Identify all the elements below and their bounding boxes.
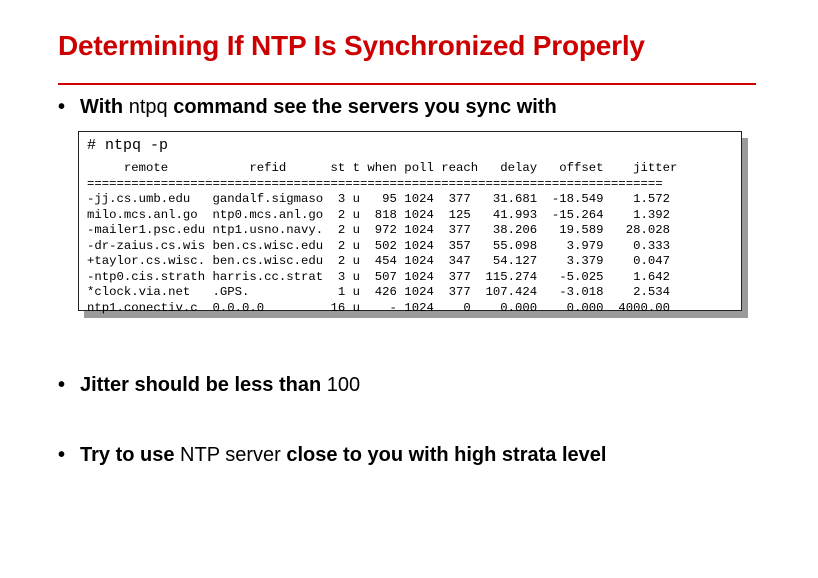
bullet-ntpq: • With ntpq command see the servers you s…: [58, 96, 557, 119]
bullet-marker: •: [58, 374, 66, 396]
bullet-server-choice: • Try to use NTP server close to you with…: [58, 444, 606, 467]
table-row: -dr-zaius.cs.wis ben.cs.wisc.edu 2 u 502…: [87, 238, 670, 253]
title-underline: [58, 83, 756, 85]
bullet-marker: •: [58, 444, 66, 466]
table-header: remote refid st t when poll reach delay …: [87, 161, 678, 175]
table-row: +taylor.cs.wisc. ben.cs.wisc.edu 2 u 454…: [87, 254, 670, 268]
table-row: *clock.via.net .GPS. 1 u 426 1024 377 10…: [87, 285, 670, 299]
bullet-marker: •: [58, 96, 66, 118]
bullet-text-part: With: [80, 96, 129, 118]
terminal-output-box: # ntpq -p remote refid st t when poll re…: [78, 131, 742, 315]
table-row: ntp1.conectiv.c 0.0.0.0 16 u - 1024 0 0.…: [87, 300, 670, 315]
bullet-text-part: Try to use: [80, 444, 181, 466]
bullet-text-command: ntpq: [128, 96, 168, 118]
bullet-text-part: command see the servers you sync with: [167, 96, 557, 118]
bullet-text-term: NTP server: [180, 444, 281, 466]
slide-title: Determining If NTP Is Synchronized Prope…: [58, 30, 645, 61]
bullet-text-part: Jitter should be less than: [80, 374, 327, 396]
bullet-jitter: • Jitter should be less than 100: [58, 374, 360, 397]
table-separator: ========================================…: [87, 176, 663, 191]
bullet-text-part: close to you with high strata level: [280, 444, 607, 466]
bullet-text-value: 100: [326, 374, 361, 396]
table-row: -jj.cs.umb.edu gandalf.sigmaso 3 u 95 10…: [87, 192, 670, 206]
terminal-output: remote refid st t when poll reach delay …: [87, 161, 677, 316]
table-row: -ntp0.cis.strath harris.cc.strat 3 u 507…: [87, 269, 670, 284]
terminal-command: # ntpq -p: [87, 137, 169, 154]
table-row: -mailer1.psc.edu ntp1.usno.navy. 2 u 972…: [87, 223, 670, 237]
table-row: milo.mcs.anl.go ntp0.mcs.anl.go 2 u 818 …: [87, 207, 670, 222]
